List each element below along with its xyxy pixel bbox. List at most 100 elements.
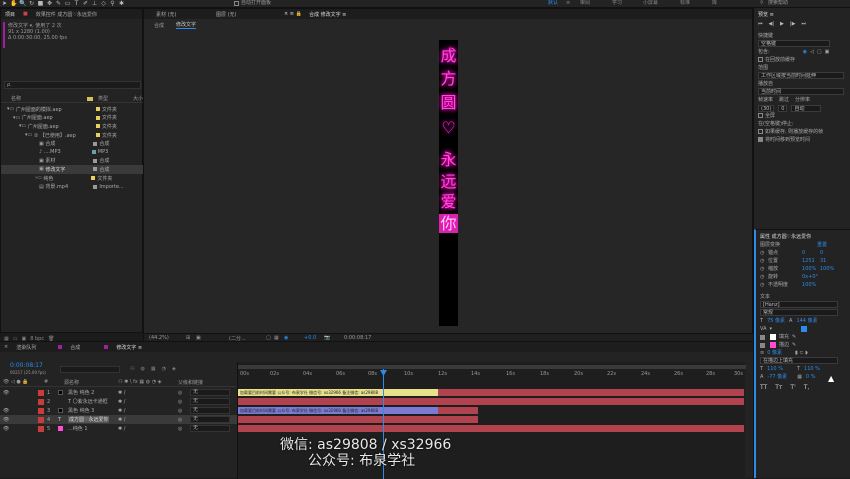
layer-bar-1[interactable]: 加载要目前时间需要 公众号: 布泉学社 微信号: xs32966 备注微信: a… [238, 389, 438, 396]
parent-dropdown[interactable]: 无 [190, 425, 230, 432]
last-frame-icon[interactable]: ⏭ [801, 21, 806, 27]
search-icon[interactable]: ⚲ [760, 0, 764, 7]
stopwatch-icon[interactable]: ◷ [760, 273, 768, 281]
stopwatch-icon[interactable]: ◷ [760, 249, 768, 257]
label-swatch[interactable] [38, 407, 44, 414]
parent-pick-icon[interactable]: ◎ [178, 390, 182, 396]
fill-checkbox[interactable] [760, 334, 765, 340]
breadcrumb-item[interactable]: 合成 [154, 22, 164, 29]
vscale[interactable]: 110 % [804, 365, 820, 373]
parent-pick-icon[interactable]: ◎ [178, 399, 182, 405]
zoom-tool-icon[interactable]: 🔍 [19, 1, 26, 7]
eye-icon[interactable]: 👁 [3, 390, 9, 396]
eyedropper-icon[interactable]: ✎ [792, 341, 796, 349]
list-item-selected[interactable]: ▣ 修改文字 合成 [1, 165, 144, 174]
shortcut-dropdown[interactable]: 空格键 [758, 40, 830, 47]
anchor-y[interactable]: 0 [820, 249, 823, 257]
pan-tool-icon[interactable]: ✥ [46, 1, 53, 7]
switches[interactable]: ✱ / [118, 399, 125, 405]
work-area-bar[interactable] [238, 365, 746, 369]
list-item[interactable]: ▾▭ 广州屋面的模拟.aep 文件夹 [1, 105, 144, 114]
stopwatch-icon[interactable]: ◷ [760, 281, 768, 289]
label-swatch[interactable] [38, 425, 44, 432]
play-icon[interactable]: ▶ [780, 21, 784, 27]
rect-tool-icon[interactable]: ▭ [64, 1, 71, 7]
workspace-review[interactable]: 审阅 [580, 0, 590, 7]
fps-dropdown[interactable]: (30) [758, 104, 775, 112]
layer-bar-4[interactable] [238, 416, 478, 423]
tab-footage[interactable]: 素材 (无) [156, 11, 177, 18]
leading[interactable]: 144 像素 [796, 317, 817, 325]
parent-dropdown[interactable]: 无 [190, 389, 230, 396]
eye-icon[interactable]: 👁 [3, 426, 9, 432]
play-from-dropdown[interactable]: 当前时间 [758, 88, 844, 95]
stroke-swatch[interactable] [770, 342, 776, 348]
tab-composition[interactable]: 合成 修改文字 ≡ [309, 11, 346, 18]
stopwatch-icon[interactable]: ◷ [760, 257, 768, 265]
layer-search-input[interactable] [60, 366, 120, 373]
font-dropdown[interactable]: [Hanz] [760, 301, 838, 308]
kern-dropdown[interactable]: ▾ [770, 325, 773, 333]
list-item[interactable]: ▾▭ 广州屋面.aep 文件夹 [1, 114, 144, 123]
list-item[interactable]: ♪ ....MP3 MP3 [1, 148, 144, 157]
parent-pick-icon[interactable]: ◎ [178, 426, 182, 432]
col-parent[interactable]: 父级和链接 [178, 379, 203, 386]
motion-blur-icon[interactable]: ◍ [140, 366, 144, 372]
superscript-button[interactable]: T' [790, 384, 795, 392]
eye-icon[interactable]: 👁 [3, 408, 9, 414]
roto-tool-icon[interactable]: ⚲ [109, 1, 116, 7]
list-item[interactable]: ▣ 素材 合成 [1, 157, 144, 166]
reset-button[interactable]: 重置 [817, 241, 827, 249]
allcaps-button[interactable]: TT [760, 384, 767, 392]
tab-modify-text[interactable]: 修改文字 ≡ [116, 344, 142, 351]
stroke-position-dropdown[interactable]: 在描边上填充 [760, 357, 838, 364]
puppet-tool-icon[interactable]: ✱ [118, 1, 125, 7]
snap-checkbox[interactable] [234, 1, 239, 6]
brush-tool-icon[interactable]: ✐ [82, 1, 89, 7]
layers-icon[interactable]: ▣ [825, 48, 830, 56]
parent-pick-icon[interactable]: ◎ [178, 417, 182, 423]
tab-effect-controls[interactable]: 效果控件 成方圆♡永远爱你 [36, 11, 97, 18]
opacity-value[interactable]: 100% [802, 281, 816, 289]
layer-name[interactable]: ...纯色 1 [68, 425, 88, 432]
baseline[interactable]: -77 像素 [767, 373, 787, 381]
align-icons[interactable]: ▮ ⊂ ◗ [795, 349, 808, 357]
workspace-menu[interactable]: ≡ [566, 0, 570, 7]
range-dropdown[interactable]: 工作区域按当前时间延伸 [758, 72, 844, 79]
eyedropper-icon[interactable]: ✎ [792, 333, 796, 341]
layer-row-selected[interactable]: 👁 4 T 成方圆♡永远爱你 ✱ / ◎ 无 [0, 415, 237, 424]
position-x[interactable]: 1251 [802, 257, 820, 265]
font-size[interactable]: 75 像素 [767, 317, 785, 325]
layer-row[interactable]: 👁 5 ...纯色 1 ✱ / ◎ 无 [0, 424, 237, 433]
list-item[interactable]: ▤ 背景.mp4 Importe... [1, 182, 144, 191]
col-source-name[interactable]: 源名称 [64, 379, 79, 386]
frame-blend-icon[interactable]: ▦ [151, 366, 156, 372]
switches[interactable]: ✱ / [118, 426, 125, 432]
pen-tool-icon[interactable]: ✎ [55, 1, 62, 7]
col-type[interactable]: 类型 [98, 95, 108, 102]
preview-title[interactable]: 预览 ≡ [758, 11, 846, 19]
label-swatch[interactable] [38, 389, 44, 396]
eye-icon[interactable]: 👁 [3, 417, 9, 423]
layer-name[interactable]: T 〇紫永远卡通框 [68, 398, 108, 405]
tab-comp[interactable]: 合成 [70, 344, 80, 351]
layer-bar-3-tail[interactable] [438, 407, 478, 414]
scale-x[interactable]: 100% [802, 265, 820, 273]
fill-swatch[interactable] [770, 334, 776, 340]
workspace-learn[interactable]: 学习 [612, 0, 622, 7]
close-icon[interactable]: ■ [23, 11, 28, 17]
layer-bar-3[interactable]: 加载要目前时间需要 公众号: 布泉学社 微信号: xs32966 备注微信: a… [238, 407, 438, 414]
layer-name[interactable]: 黑色 纯色 2 [68, 389, 94, 396]
cache-checkbox[interactable] [758, 57, 763, 62]
help-search-input[interactable]: 搜索帮助 [768, 0, 788, 7]
workspace-small[interactable]: 小屏幕 [643, 0, 658, 7]
subscript-button[interactable]: T, [804, 384, 810, 392]
list-item[interactable]: ▾▭ ② 【已使用】.aep 文件夹 [1, 131, 144, 140]
graph-icon[interactable]: ◔ [162, 366, 166, 372]
camera-tool-icon[interactable]: ■ [37, 1, 44, 7]
tab-project[interactable]: 项目 [5, 11, 15, 18]
scale-y[interactable]: 100% [820, 265, 834, 273]
style-dropdown[interactable]: 常规 [760, 309, 838, 316]
label-swatch[interactable] [38, 398, 44, 405]
tab-render-queue[interactable]: 渲染队列 [16, 344, 36, 351]
